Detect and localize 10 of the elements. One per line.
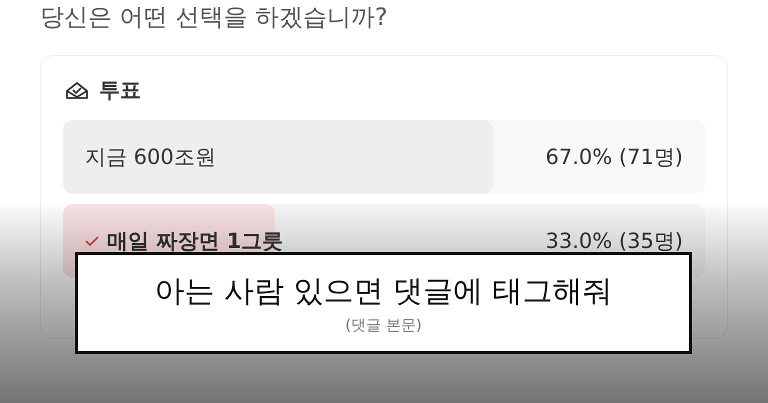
option-result: 33.0% (35명): [546, 228, 683, 255]
question-text: 당신은 어떤 선택을 하겠습니까?: [39, 2, 389, 33]
ballot-box-icon: [65, 80, 89, 100]
option-label: 지금 600조원: [85, 144, 217, 171]
check-icon: [85, 235, 99, 247]
poll-option[interactable]: 지금 600조원 67.0% (71명): [63, 120, 705, 194]
option-label: 매일 짜장면 1그릇: [107, 228, 284, 255]
caption-source: (댓글 본문): [345, 316, 422, 335]
option-result: 67.0% (71명): [546, 144, 683, 171]
poll-title: 투표: [99, 77, 141, 104]
